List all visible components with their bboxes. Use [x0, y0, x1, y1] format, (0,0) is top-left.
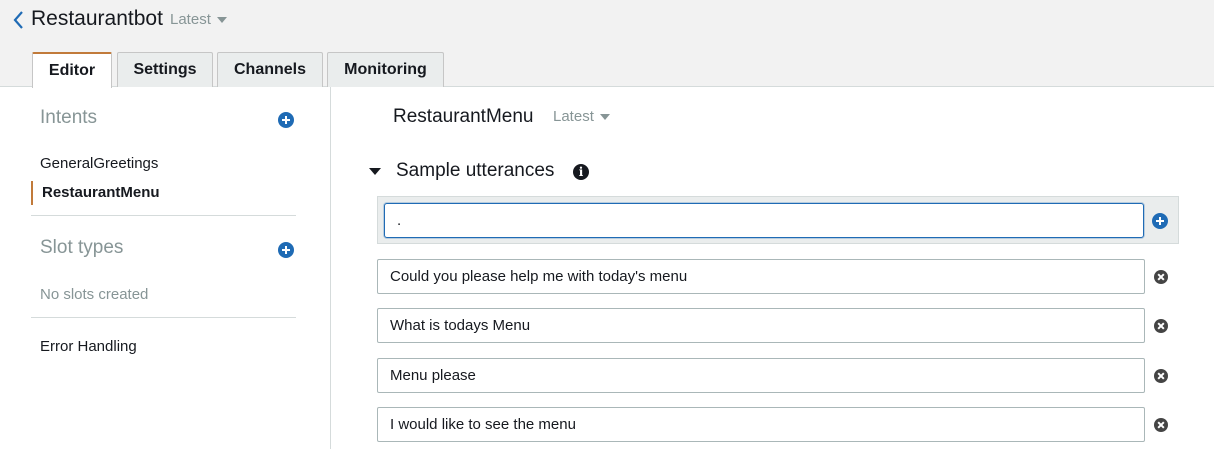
tab-settings[interactable]: Settings [117, 52, 213, 87]
caret-down-icon [216, 17, 227, 24]
info-icon[interactable]: i [573, 164, 589, 180]
chevron-left-icon[interactable] [12, 8, 26, 32]
intent-version-dropdown[interactable]: Latest [553, 108, 610, 125]
bot-name: Restaurantbot [31, 7, 163, 30]
top-bar: Restaurantbot Latest Editor Settings Cha… [0, 0, 1214, 88]
section-title: Sample utterances [396, 160, 555, 181]
tab-channels[interactable]: Channels [217, 52, 323, 87]
add-utterance-icon[interactable] [1152, 213, 1168, 229]
utterance-item[interactable]: I would like to see the menu [377, 407, 1145, 442]
intent-editor: RestaurantMenu Latest Sample utterances … [332, 87, 1214, 449]
tab-monitoring[interactable]: Monitoring [327, 52, 444, 87]
sidebar-item-error-handling[interactable]: Error Handling [40, 338, 137, 355]
add-intent-icon[interactable] [278, 112, 294, 128]
bot-version-dropdown[interactable]: Latest [170, 11, 227, 28]
utterance-item[interactable]: What is todays Menu [377, 308, 1145, 343]
selected-indicator [31, 181, 33, 205]
intent-version-label: Latest [553, 108, 594, 125]
remove-utterance-icon[interactable] [1154, 319, 1168, 333]
divider [31, 317, 296, 318]
collapse-caret-icon[interactable] [369, 168, 381, 175]
bot-version-label: Latest [170, 11, 211, 28]
intents-heading: Intents [40, 107, 98, 128]
remove-utterance-icon[interactable] [1154, 369, 1168, 383]
divider [31, 215, 296, 216]
add-slot-type-icon[interactable] [278, 242, 294, 258]
remove-utterance-icon[interactable] [1154, 418, 1168, 432]
caret-down-icon [599, 114, 610, 121]
tab-editor[interactable]: Editor [32, 52, 112, 88]
new-utterance-input[interactable] [384, 203, 1144, 238]
intent-title: RestaurantMenu [393, 106, 534, 127]
remove-utterance-icon[interactable] [1154, 270, 1168, 284]
sidebar: Intents GeneralGreetings RestaurantMenu … [0, 87, 331, 449]
utterance-item[interactable]: Could you please help me with today's me… [377, 259, 1145, 294]
sidebar-item-generalgreetings[interactable]: GeneralGreetings [40, 155, 158, 172]
slot-types-heading: Slot types [40, 237, 124, 258]
new-utterance-row [377, 196, 1179, 244]
utterance-item[interactable]: Menu please [377, 358, 1145, 393]
sidebar-item-restaurantmenu[interactable]: RestaurantMenu [42, 184, 160, 201]
no-slots-text: No slots created [40, 286, 149, 303]
